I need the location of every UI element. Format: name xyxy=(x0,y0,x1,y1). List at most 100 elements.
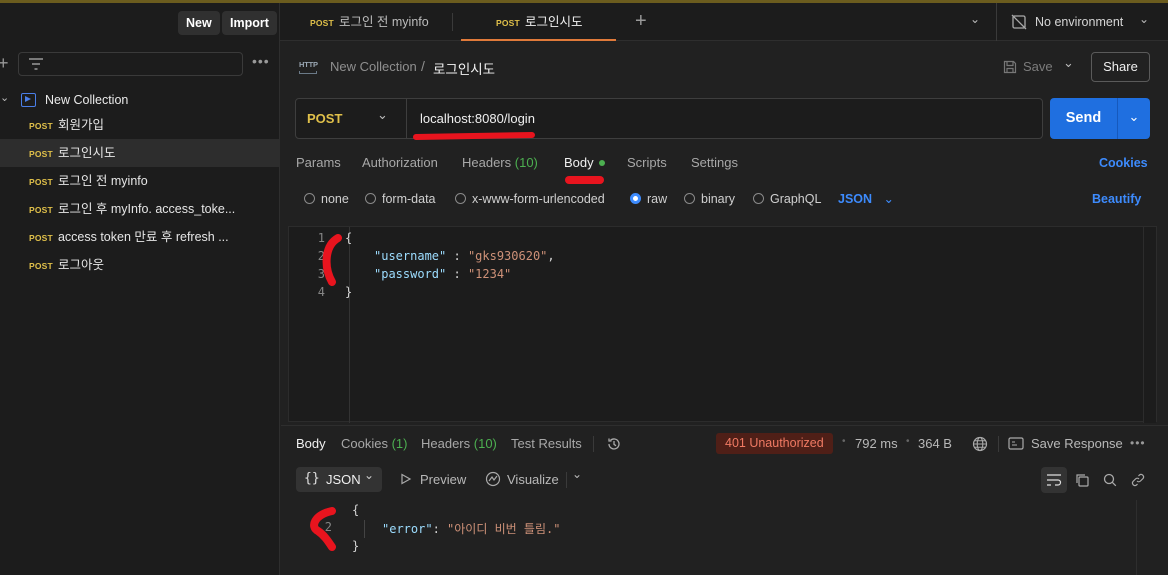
radio-raw[interactable]: raw xyxy=(630,190,667,208)
new-tab-icon[interactable]: + xyxy=(635,10,647,33)
tab-label: Headers xyxy=(462,155,512,170)
method-tag: POST xyxy=(29,121,53,131)
divider xyxy=(566,472,567,488)
radio-circle xyxy=(365,193,376,204)
request-item-myinfo-before-login[interactable]: POST 로그인 전 myinfo xyxy=(0,167,280,195)
url-bar: POST ⌄ localhost:8080/login xyxy=(295,98,1043,139)
beautify-link[interactable]: Beautify xyxy=(1092,190,1141,208)
response-tab-body[interactable]: Body xyxy=(296,434,326,454)
braces-icon: {} xyxy=(304,471,320,486)
tabs-dropdown-icon[interactable]: ⌄ xyxy=(970,12,980,26)
radio-circle-selected xyxy=(630,193,641,204)
url-input[interactable]: localhost:8080/login xyxy=(420,111,535,126)
tab-myinfo-before-login[interactable]: POST 로그인 전 myinfo xyxy=(310,3,429,41)
method-select[interactable]: POST ⌄ xyxy=(296,99,407,138)
viewer-scrollbar[interactable] xyxy=(1136,500,1137,575)
annotation-bracket-response xyxy=(310,507,336,551)
json-value: "gks930620" xyxy=(467,249,548,263)
editor-scrollbar[interactable] xyxy=(1143,227,1156,423)
more-icon[interactable]: ••• xyxy=(252,53,270,69)
radio-circle xyxy=(304,193,315,204)
indent-guide xyxy=(364,520,365,538)
chevron-down-icon: ⌄ xyxy=(883,192,895,206)
environment-selector[interactable]: No environment ⌄ xyxy=(996,3,1168,41)
format-label: JSON xyxy=(326,472,361,487)
body-format-select[interactable]: JSON ⌄ xyxy=(838,190,894,208)
request-tab-bar: POST 로그인 전 myinfo POST 로그인시도 + ⌄ No enviro… xyxy=(280,3,1168,41)
http-request-icon: HTTP xyxy=(299,58,319,76)
response-format-select[interactable]: {} JSON ⌄ xyxy=(296,467,382,492)
code-line: { xyxy=(352,503,360,517)
tab-label: 로그인시도 xyxy=(524,15,583,29)
request-item-logout[interactable]: POST 로그아웃 xyxy=(0,251,280,279)
request-item-myinfo-after-login[interactable]: POST 로그인 후 myInfo. access_toke... xyxy=(0,195,280,223)
radio-none[interactable]: none xyxy=(304,190,349,208)
save-button[interactable]: Save ⌄ xyxy=(1001,55,1079,80)
tab-params[interactable]: Params xyxy=(296,150,341,176)
response-tab-cookies[interactable]: Cookies (1) xyxy=(341,434,407,454)
request-item-refresh[interactable]: POST access token 만료 후 refresh ... xyxy=(0,223,280,251)
sidebar: New Import + ••• ⌄ New Collection POST 회원… xyxy=(0,3,280,575)
radio-form-data[interactable]: form-data xyxy=(365,190,436,208)
cookies-link[interactable]: Cookies xyxy=(1099,150,1148,176)
json-key: "username" xyxy=(374,249,447,263)
tab-label: Cookies xyxy=(341,436,388,451)
json-colon: : xyxy=(446,267,468,281)
radio-circle xyxy=(684,193,695,204)
link-icon[interactable] xyxy=(1125,467,1151,493)
format-label: JSON xyxy=(838,192,873,206)
globe-icon[interactable] xyxy=(972,436,988,452)
history-icon[interactable] xyxy=(606,436,622,452)
json-colon: : xyxy=(446,249,468,263)
new-button[interactable]: New xyxy=(178,11,220,35)
request-label: 회원가입 xyxy=(57,118,104,132)
status-badge: 401 Unauthorized xyxy=(716,433,833,454)
collection-row[interactable]: ⌄ New Collection xyxy=(0,86,280,114)
tab-label: Headers xyxy=(421,436,471,451)
visualize-chevron-icon[interactable]: ⌄ xyxy=(572,467,582,481)
tab-body[interactable]: Body xyxy=(564,150,606,176)
collection-name: New Collection xyxy=(45,93,129,107)
radio-binary[interactable]: binary xyxy=(684,190,735,208)
tab-divider xyxy=(452,13,453,31)
send-options-chevron-icon[interactable]: ⌄ xyxy=(1118,98,1150,139)
collection-icon xyxy=(21,93,36,107)
tab-scripts[interactable]: Scripts xyxy=(627,150,667,176)
add-icon[interactable]: + xyxy=(0,53,9,73)
breadcrumb-separator: / xyxy=(421,58,425,74)
share-button[interactable]: Share xyxy=(1091,52,1150,82)
more-icon[interactable]: ••• xyxy=(1130,436,1146,450)
dot-separator: • xyxy=(906,436,910,447)
breadcrumb-request[interactable]: 로그인시도 xyxy=(433,58,495,78)
chevron-down-icon: ⌄ xyxy=(377,107,388,122)
tab-headers[interactable]: Headers (10) xyxy=(462,150,538,176)
send-button[interactable]: Send xyxy=(1050,98,1117,139)
json-value: "아이디 비번 틀림." xyxy=(447,522,561,536)
search-icon[interactable] xyxy=(1097,467,1123,493)
chevron-down-icon[interactable]: ⌄ xyxy=(0,91,9,104)
json-key: "error" xyxy=(382,522,433,536)
radio-graphql[interactable]: GraphQL xyxy=(753,190,821,208)
code-line: "password" : "1234" xyxy=(374,267,511,281)
request-item-signup[interactable]: POST 회원가입 xyxy=(0,111,280,139)
response-tab-test-results[interactable]: Test Results xyxy=(511,434,582,454)
wrap-lines-icon[interactable] xyxy=(1041,467,1067,493)
request-item-login-attempt[interactable]: POST 로그인시도 xyxy=(0,139,280,167)
copy-icon[interactable] xyxy=(1069,467,1095,493)
tab-settings[interactable]: Settings xyxy=(691,150,738,176)
breadcrumb-collection[interactable]: New Collection xyxy=(330,59,417,74)
radio-circle xyxy=(455,193,466,204)
tab-login-attempt[interactable]: POST 로그인시도 xyxy=(461,3,616,41)
visualize-button[interactable]: Visualize xyxy=(507,472,559,487)
code-line: "error": "아이디 비번 틀림." xyxy=(382,520,560,537)
preview-button[interactable]: Preview xyxy=(420,472,466,487)
response-tab-headers[interactable]: Headers (10) xyxy=(421,434,497,454)
import-button[interactable]: Import xyxy=(222,11,277,35)
radio-circle xyxy=(753,193,764,204)
radio-urlencoded[interactable]: x-www-form-urlencoded xyxy=(455,190,605,208)
sidebar-filter-input[interactable] xyxy=(18,52,243,76)
method-value: POST xyxy=(307,111,343,126)
tab-authorization[interactable]: Authorization xyxy=(362,150,438,176)
response-size: 364 B xyxy=(918,436,952,451)
method-tag: POST xyxy=(29,149,53,159)
